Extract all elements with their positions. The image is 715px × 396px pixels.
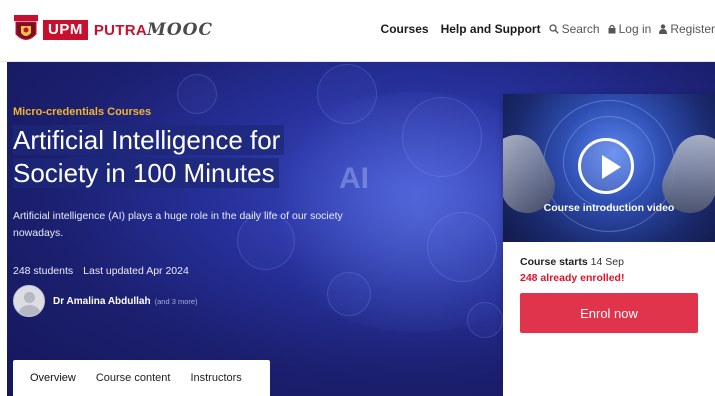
hero-bubble xyxy=(467,302,503,338)
course-category: Micro-credentials Courses xyxy=(13,106,152,118)
putra-wordmark: PUTRA xyxy=(93,21,148,39)
enrolment-card: Course introduction video Course starts … xyxy=(503,94,715,396)
search-icon xyxy=(548,24,559,34)
hero-bubble xyxy=(177,74,217,114)
course-tabs: Overview Course content Instructors xyxy=(13,360,270,396)
course-title: Artificial Intelligence for Society in 1… xyxy=(13,124,285,190)
hero-bubble xyxy=(327,272,371,316)
course-title-line2: Society in 100 Minutes xyxy=(13,158,279,188)
course-description: Artificial intelligence (AI) plays a hug… xyxy=(13,210,343,239)
nav-help-support[interactable]: Help and Support xyxy=(441,22,541,36)
student-count: 248 students xyxy=(13,265,74,277)
enrolled-count: 248 already enrolled! xyxy=(520,272,625,284)
site-header: UPM PUTRA MOOC Courses Help and Support … xyxy=(0,0,715,62)
tab-overview[interactable]: Overview xyxy=(30,372,76,384)
last-updated: Last updated Apr 2024 xyxy=(83,265,189,277)
course-meta: 248 students Last updated Apr 2024 xyxy=(13,265,189,277)
course-title-line1: Artificial Intelligence for xyxy=(13,125,285,155)
course-start-date: 14 Sep xyxy=(590,256,624,268)
nav-search[interactable]: Search xyxy=(548,22,600,36)
lock-icon xyxy=(608,24,616,34)
tab-course-content[interactable]: Course content xyxy=(96,372,171,384)
top-nav: Courses Help and Support Search Log in R… xyxy=(369,22,715,36)
hero-bubble xyxy=(317,64,377,124)
hero-bubble xyxy=(427,212,497,282)
nav-register[interactable]: Register xyxy=(659,22,715,36)
tab-instructors[interactable]: Instructors xyxy=(190,372,241,384)
nav-search-label: Search xyxy=(561,22,600,36)
course-start: Course starts 14 Sep xyxy=(520,256,624,268)
more-instructors[interactable]: (and 3 more) xyxy=(155,297,198,306)
ai-graphic-text: AI xyxy=(339,162,369,195)
enrol-button[interactable]: Enrol now xyxy=(520,293,698,333)
upm-seal-icon xyxy=(14,15,38,40)
hero-bubble xyxy=(402,97,482,177)
play-icon[interactable] xyxy=(578,138,634,194)
nav-login-label: Log in xyxy=(618,22,652,36)
avatar xyxy=(13,285,45,317)
putra-mooc-logo[interactable]: UPM PUTRA MOOC xyxy=(13,13,213,47)
instructor-info[interactable]: Dr Amalina Abdullah (and 3 more) xyxy=(13,285,198,317)
user-icon xyxy=(659,24,668,34)
video-label: Course introduction video xyxy=(543,202,675,214)
instructor-name[interactable]: Dr Amalina Abdullah xyxy=(53,296,151,307)
nav-courses[interactable]: Courses xyxy=(381,22,429,36)
mooc-wordmark: MOOC xyxy=(147,20,213,40)
intro-video[interactable]: Course introduction video xyxy=(503,94,715,242)
nav-register-label: Register xyxy=(670,22,715,36)
upm-wordmark: UPM xyxy=(43,20,88,40)
course-start-label: Course starts xyxy=(520,256,588,268)
nav-login[interactable]: Log in xyxy=(608,22,652,36)
